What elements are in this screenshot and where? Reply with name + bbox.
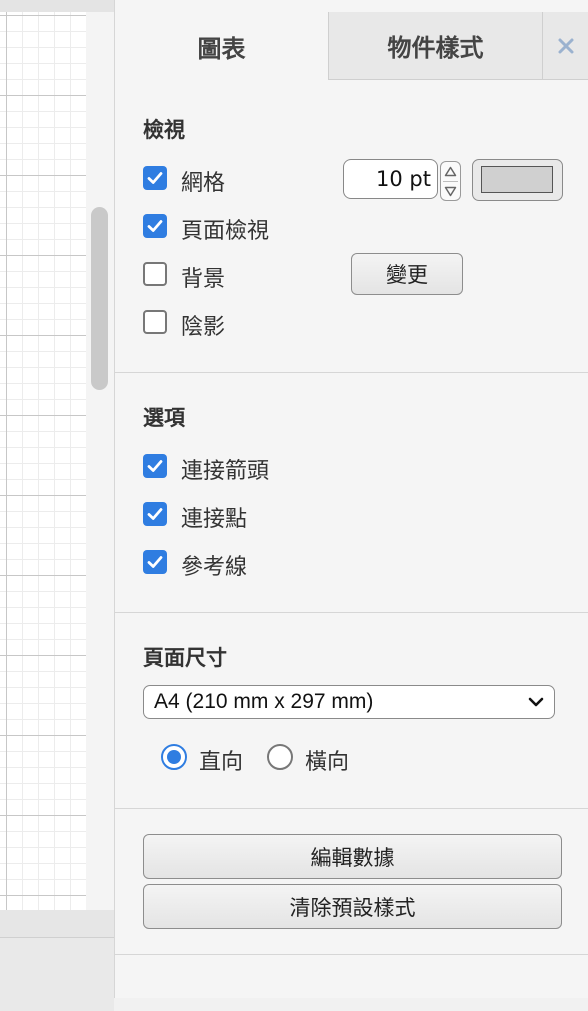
page-view-label: 頁面檢視 <box>181 219 270 244</box>
close-icon <box>558 38 574 53</box>
section-divider <box>115 372 588 373</box>
shadow-checkbox[interactable] <box>143 310 167 334</box>
grid-color-swatch <box>481 166 553 193</box>
guides-label: 參考線 <box>181 555 248 580</box>
checkmark-icon <box>147 556 163 568</box>
grid-size-stepper[interactable] <box>440 161 461 201</box>
grid-color-button[interactable] <box>472 159 563 201</box>
guides-checkbox[interactable] <box>143 550 167 574</box>
canvas-scrollbar-thumb[interactable] <box>91 207 108 390</box>
view-section-title: 檢視 <box>143 118 185 142</box>
checkmark-icon <box>147 460 163 472</box>
page-size-selected-value: A4 (210 mm x 297 mm) <box>154 690 374 713</box>
canvas-grid[interactable] <box>0 12 86 910</box>
stepper-down-icon[interactable] <box>444 186 457 197</box>
page-size-select[interactable]: A4 (210 mm x 297 mm) <box>143 685 555 719</box>
checkmark-icon <box>147 172 163 184</box>
connection-points-label: 連接點 <box>181 507 248 532</box>
background-label: 背景 <box>181 267 226 292</box>
connection-arrows-checkbox[interactable] <box>143 454 167 478</box>
connection-points-checkbox[interactable] <box>143 502 167 526</box>
tab-diagram[interactable]: 圖表 <box>115 12 328 80</box>
checkmark-icon <box>147 508 163 520</box>
stepper-up-icon[interactable] <box>444 166 457 177</box>
shadow-label: 陰影 <box>181 315 226 340</box>
grid-size-input[interactable]: 10 pt <box>343 159 438 199</box>
page-view-checkbox[interactable] <box>143 214 167 238</box>
close-panel-button[interactable] <box>542 12 588 80</box>
portrait-radio[interactable] <box>161 744 187 770</box>
grid-label: 網格 <box>181 171 226 196</box>
chevron-down-icon <box>528 697 544 707</box>
portrait-label: 直向 <box>199 750 244 775</box>
clear-default-style-button[interactable]: 清除預設樣式 <box>143 884 562 929</box>
diagram-canvas[interactable] <box>0 0 114 1011</box>
section-divider <box>115 612 588 613</box>
section-divider <box>115 954 588 955</box>
grid-checkbox[interactable] <box>143 166 167 190</box>
landscape-radio[interactable] <box>267 744 293 770</box>
format-panel: 圖表 物件樣式 檢視 網格 10 pt 頁面檢視 背景 變更 陰影 選項 連接箭… <box>114 0 588 998</box>
canvas-bottom-bar <box>0 937 114 1011</box>
background-checkbox[interactable] <box>143 262 167 286</box>
connection-arrows-label: 連接箭頭 <box>181 459 270 484</box>
panel-tabs: 圖表 物件樣式 <box>115 12 588 80</box>
edit-data-button[interactable]: 編輯數據 <box>143 834 562 879</box>
section-divider <box>115 808 588 809</box>
landscape-label: 橫向 <box>305 750 350 775</box>
page-size-section-title: 頁面尺寸 <box>143 646 227 670</box>
tab-style[interactable]: 物件樣式 <box>328 12 542 80</box>
canvas-vertical-scrollbar[interactable] <box>86 12 114 910</box>
checkmark-icon <box>147 220 163 232</box>
change-background-button[interactable]: 變更 <box>351 253 463 295</box>
options-section-title: 選項 <box>143 406 185 430</box>
